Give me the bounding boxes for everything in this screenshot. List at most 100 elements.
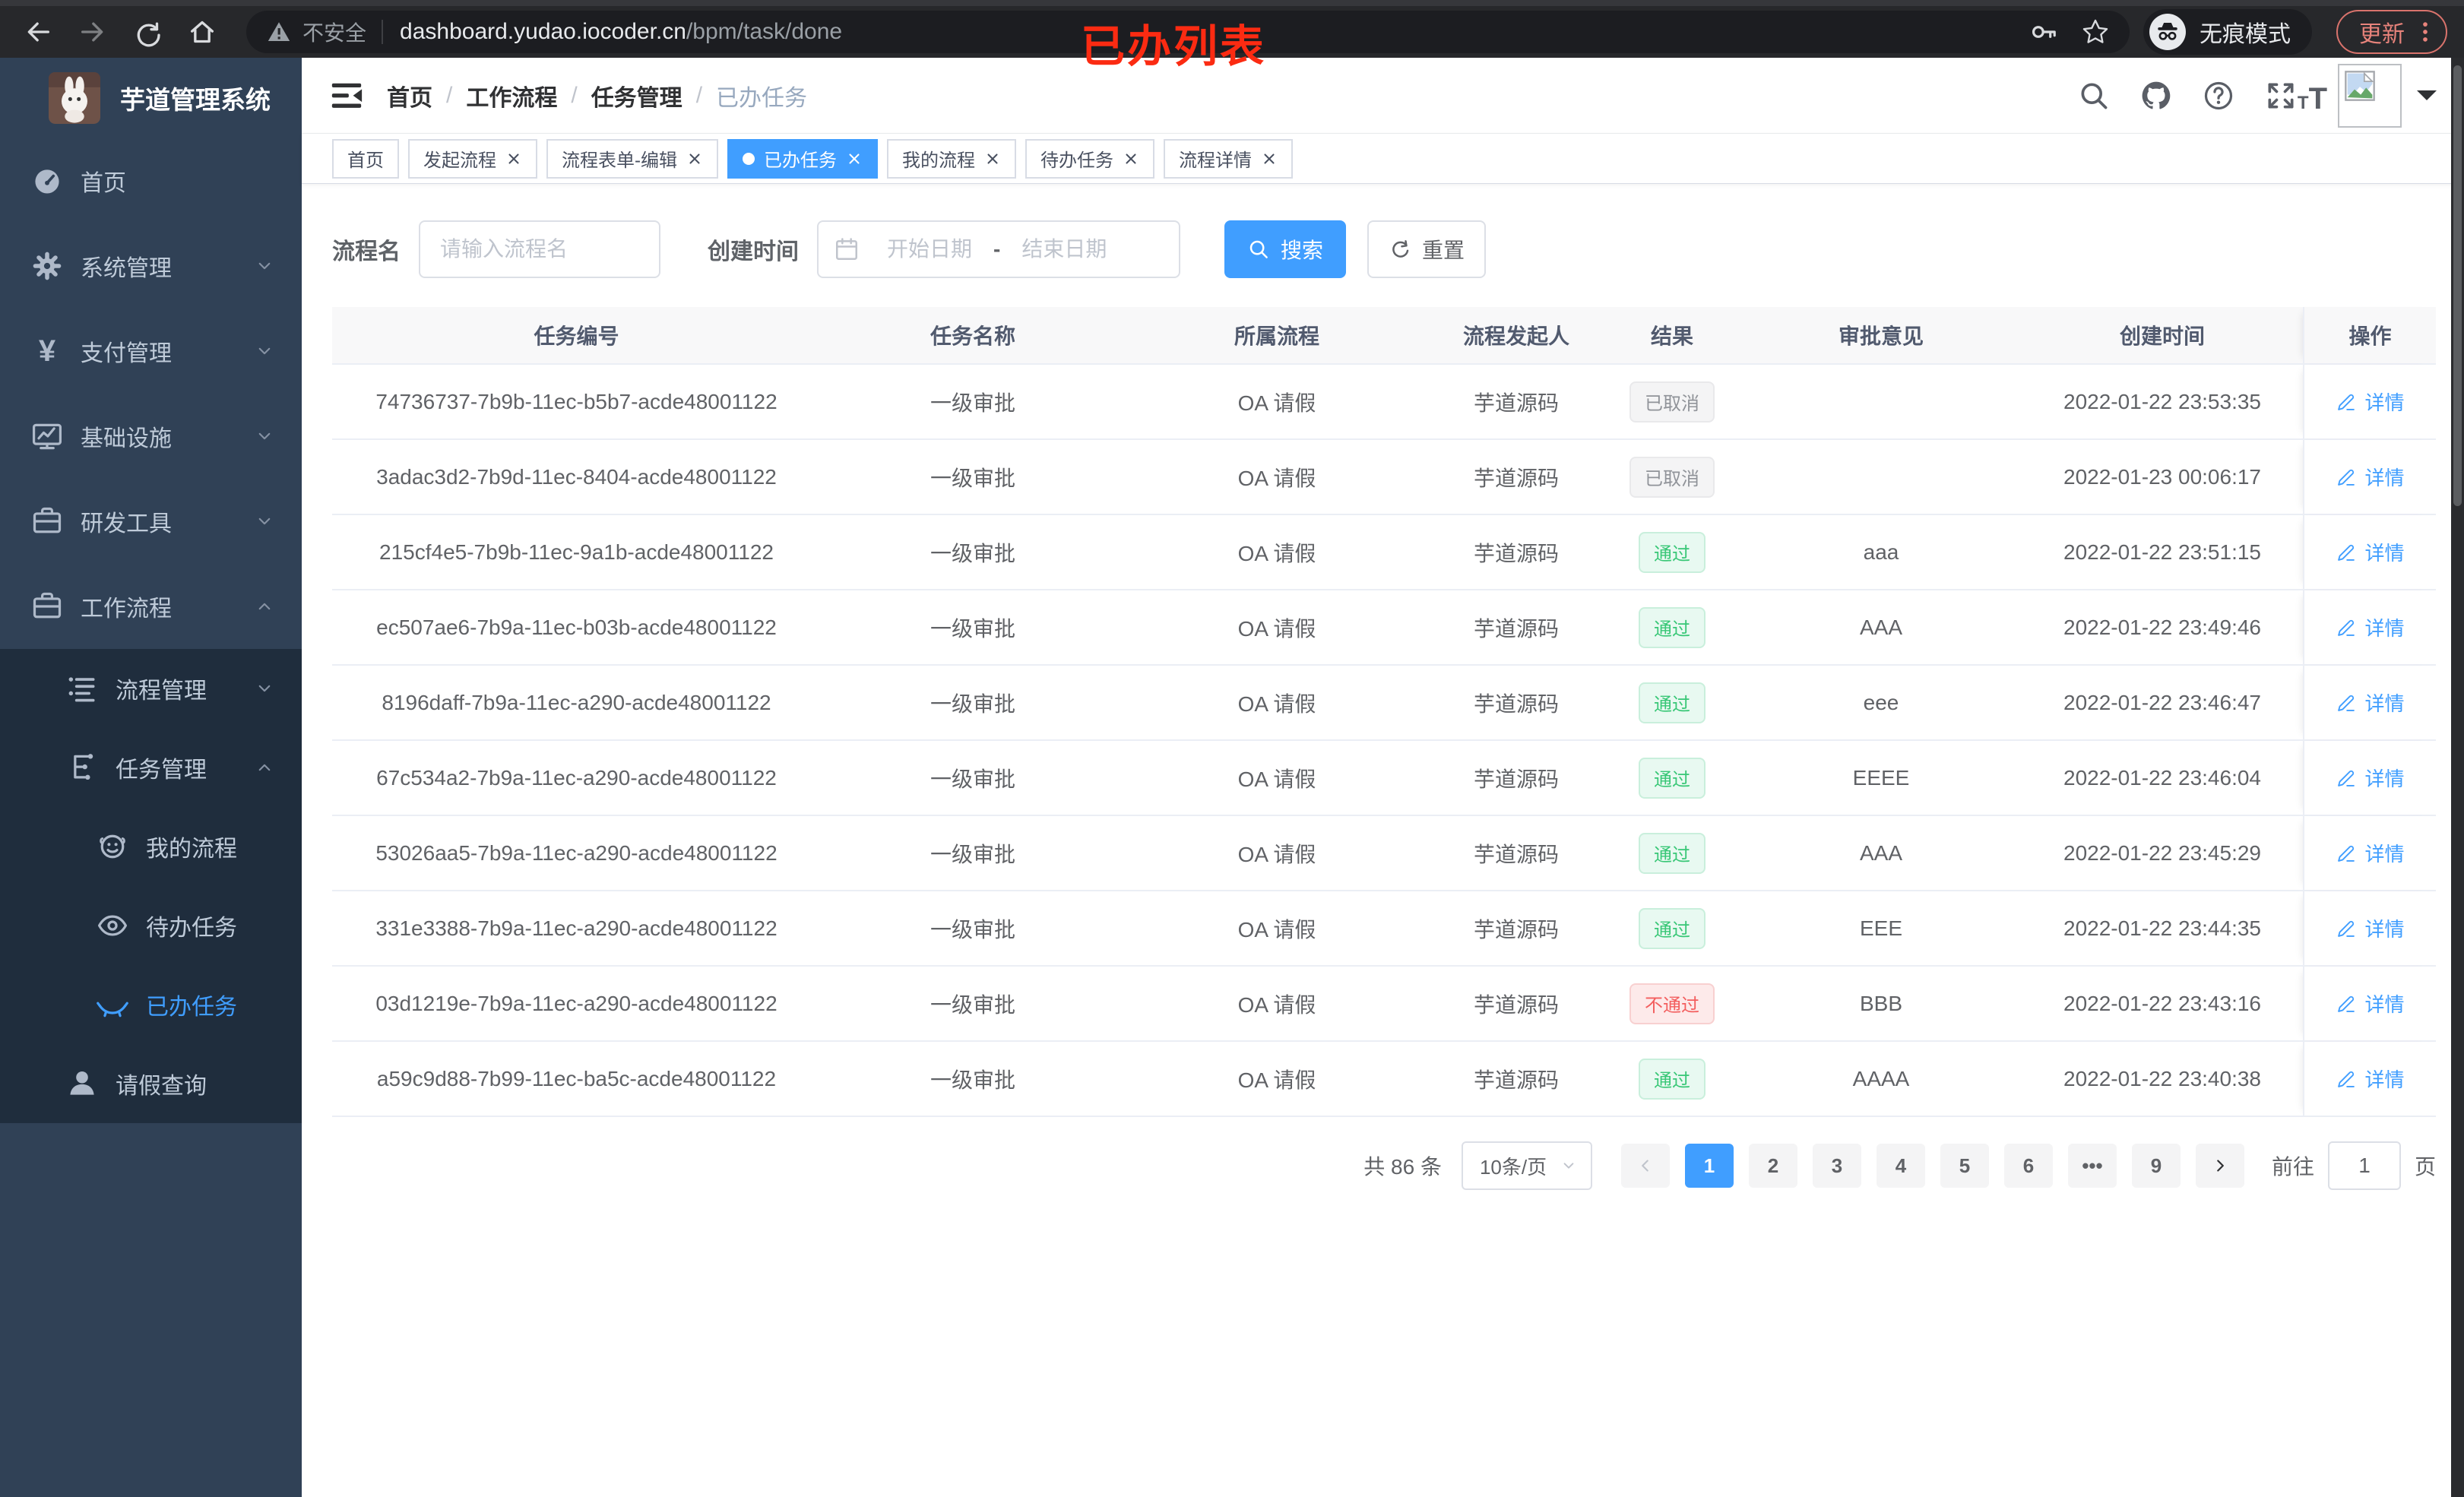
- not-secure-icon[interactable]: [266, 19, 292, 45]
- sidebar: 芋道管理系统 首页 系统管理 ¥ 支付管理 基础设施 研发工具 工作流程 流程管…: [0, 58, 302, 1497]
- next-page-button[interactable]: [2195, 1144, 2244, 1188]
- sidebar-item[interactable]: ¥ 支付管理: [0, 309, 302, 394]
- page-size-select[interactable]: 10条/页: [1461, 1141, 1592, 1190]
- update-button[interactable]: 更新: [2336, 10, 2447, 54]
- start-date-input[interactable]: [866, 237, 993, 261]
- scrollbar-thumb[interactable]: [2453, 65, 2462, 506]
- tab[interactable]: 流程详情: [1164, 138, 1293, 179]
- page-button[interactable]: 3: [1812, 1144, 1861, 1188]
- detail-link[interactable]: 详情: [2336, 688, 2405, 717]
- yen-icon: ¥: [38, 334, 56, 368]
- detail-link[interactable]: 详情: [2336, 839, 2405, 867]
- cell-task-id: 331e3388-7b9a-11ec-a290-acde48001122: [375, 916, 778, 940]
- caret-down-icon[interactable]: [2417, 90, 2437, 110]
- page-button[interactable]: 6: [2003, 1144, 2053, 1188]
- detail-link[interactable]: 详情: [2336, 388, 2405, 416]
- text-size-icon[interactable]: TT: [2298, 79, 2327, 114]
- browser-scrollbar[interactable]: [2451, 58, 2464, 1497]
- table-row: 8196daff-7b9a-11ec-a290-acde48001122 一级审…: [332, 666, 2436, 741]
- column-header: 所属流程: [1234, 324, 1319, 348]
- page-button[interactable]: •••: [2067, 1144, 2117, 1188]
- filter-bar: 流程名 创建时间 - 搜索 重置: [332, 220, 2436, 278]
- search-icon[interactable]: [2077, 79, 2111, 112]
- tab[interactable]: 流程表单-编辑: [546, 138, 718, 179]
- tab[interactable]: 首页: [332, 138, 399, 179]
- home-icon[interactable]: [187, 17, 217, 47]
- cell-task-id: 03d1219e-7b9a-11ec-a290-acde48001122: [375, 991, 778, 1015]
- close-icon[interactable]: [846, 150, 863, 167]
- avatar[interactable]: [2338, 63, 2402, 128]
- reset-button[interactable]: 重置: [1367, 220, 1487, 278]
- sidebar-item[interactable]: 流程管理: [0, 649, 302, 728]
- close-icon[interactable]: [984, 150, 1001, 167]
- cell-task-name: 一级审批: [930, 391, 1015, 415]
- date-range-picker[interactable]: -: [817, 220, 1180, 278]
- back-icon[interactable]: [23, 17, 53, 47]
- close-icon[interactable]: [1261, 150, 1278, 167]
- detail-link[interactable]: 详情: [2336, 914, 2405, 942]
- kebab-menu-icon[interactable]: [2412, 19, 2438, 45]
- tab[interactable]: 我的流程: [887, 138, 1016, 179]
- detail-link[interactable]: 详情: [2336, 764, 2405, 792]
- breadcrumb-item[interactable]: 首页: [387, 79, 432, 112]
- detail-link[interactable]: 详情: [2336, 538, 2405, 566]
- help-icon[interactable]: [2202, 79, 2235, 112]
- sidebar-item[interactable]: 请假查询: [0, 1044, 302, 1123]
- sidebar-item[interactable]: 系统管理: [0, 223, 302, 309]
- sidebar-item[interactable]: 任务管理: [0, 728, 302, 807]
- cell-starter: 芋道源码: [1473, 767, 1559, 791]
- sidebar-item[interactable]: 我的流程: [0, 807, 302, 886]
- page-button[interactable]: 1: [1684, 1144, 1734, 1188]
- end-date-input[interactable]: [1000, 237, 1129, 261]
- prev-page-button[interactable]: [1620, 1144, 1670, 1188]
- sidebar-item[interactable]: 研发工具: [0, 479, 302, 564]
- search-button[interactable]: 搜索: [1224, 220, 1347, 278]
- breadcrumb-item[interactable]: 任务管理: [591, 79, 683, 112]
- close-icon[interactable]: [1123, 150, 1139, 167]
- bookmark-star-icon[interactable]: [2081, 17, 2110, 46]
- detail-link[interactable]: 详情: [2336, 613, 2405, 641]
- breadcrumb-item[interactable]: 已办任务: [716, 79, 807, 112]
- cell-task-id: 215cf4e5-7b9b-11ec-9a1b-acde48001122: [379, 540, 774, 564]
- reload-icon[interactable]: [132, 17, 163, 47]
- sidebar-item[interactable]: 已办任务: [0, 965, 302, 1044]
- briefcase-icon: [30, 590, 64, 623]
- cell-comment: AAA: [1859, 840, 1903, 865]
- page-button[interactable]: 5: [1940, 1144, 1989, 1188]
- window-top-strip: [0, 0, 2464, 6]
- sidebar-item[interactable]: 首页: [0, 138, 302, 223]
- close-icon[interactable]: [686, 150, 703, 167]
- sidebar-item-label: 工作流程: [81, 597, 172, 622]
- page-button[interactable]: 4: [1876, 1144, 1925, 1188]
- sidebar-logo-row[interactable]: 芋道管理系统: [0, 58, 302, 138]
- result-badge: 通过: [1639, 1058, 1705, 1100]
- detail-link[interactable]: 详情: [2336, 463, 2405, 491]
- breadcrumb-item[interactable]: 工作流程: [466, 79, 557, 112]
- tab[interactable]: 已办任务: [727, 138, 878, 179]
- sidebar-item[interactable]: 基础设施: [0, 394, 302, 479]
- forward-icon[interactable]: [78, 17, 108, 47]
- page-button[interactable]: 9: [2131, 1144, 2181, 1188]
- detail-link[interactable]: 详情: [2336, 1065, 2405, 1093]
- process-name-input[interactable]: [419, 220, 660, 278]
- goto-page-input[interactable]: [2327, 1141, 2401, 1190]
- tab-label: 流程表单-编辑: [562, 150, 677, 171]
- page-button[interactable]: 2: [1748, 1144, 1797, 1188]
- range-separator: -: [993, 237, 1001, 261]
- sidebar-item[interactable]: 工作流程: [0, 564, 302, 649]
- collapse-sidebar-icon[interactable]: [329, 78, 364, 113]
- cell-created: 2022-01-22 23:46:47: [2063, 690, 2261, 714]
- tabs-bar: 首页 发起流程 流程表单-编辑 已办任务 我的流程 待办任务 流程详情: [302, 134, 2464, 184]
- detail-link[interactable]: 详情: [2336, 989, 2405, 1018]
- sidebar-item[interactable]: 待办任务: [0, 886, 302, 965]
- github-icon[interactable]: [2139, 79, 2173, 112]
- tab[interactable]: 待办任务: [1025, 138, 1154, 179]
- cell-process: OA 请假: [1237, 842, 1316, 866]
- chevron-up-icon: [253, 756, 276, 779]
- close-icon[interactable]: [505, 150, 522, 167]
- fullscreen-icon[interactable]: [2264, 79, 2298, 112]
- key-icon[interactable]: [2029, 17, 2058, 46]
- process-name-label: 流程名: [332, 239, 401, 264]
- tab[interactable]: 发起流程: [408, 138, 537, 179]
- table-row: 215cf4e5-7b9b-11ec-9a1b-acde48001122 一级审…: [332, 515, 2436, 590]
